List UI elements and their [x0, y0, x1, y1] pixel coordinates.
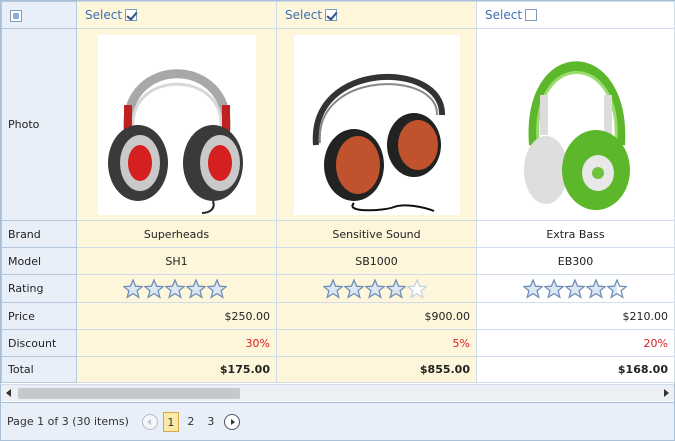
total-cell: $855.00: [276, 356, 477, 383]
star-icon[interactable]: [565, 278, 585, 299]
photo-cell: [76, 28, 277, 221]
photo-cell: [276, 28, 477, 221]
discount-cell: 20%: [476, 329, 675, 357]
rating-cell: [76, 274, 277, 303]
model-cell: SH1: [76, 247, 277, 275]
star-icon[interactable]: [344, 278, 364, 299]
model-cell: SB1000: [276, 247, 477, 275]
scroll-right-icon[interactable]: [664, 389, 669, 397]
pager: Page 1 of 3 (30 items) 1 2 3: [1, 402, 674, 440]
discount-cell: 30%: [76, 329, 277, 357]
row-header-model: Model: [1, 247, 77, 275]
price-cell: $900.00: [276, 302, 477, 330]
row-header-discount: Discount: [1, 329, 77, 357]
headphones-photo: [515, 34, 636, 215]
brand-cell: Superheads: [76, 220, 277, 248]
star-icon[interactable]: [586, 278, 606, 299]
page-number-current[interactable]: 1: [162, 411, 179, 432]
pager-summary: Page 1 of 3 (30 items): [7, 415, 129, 428]
scrollbar-thumb[interactable]: [18, 388, 240, 399]
scroll-left-icon[interactable]: [6, 389, 11, 397]
star-icon[interactable]: [186, 278, 206, 299]
headphones-photo: [97, 34, 256, 215]
row-header-price: Price: [1, 302, 77, 330]
brand-cell: Extra Bass: [476, 220, 675, 248]
row-header-brand: Brand: [1, 220, 77, 248]
star-icon[interactable]: [523, 278, 543, 299]
select-checkbox[interactable]: [525, 9, 538, 21]
row-header-total: Total: [1, 356, 77, 383]
select-link[interactable]: Select: [485, 8, 522, 22]
row-header-photo: Photo: [1, 28, 77, 221]
horizontal-scrollbar[interactable]: [1, 384, 674, 401]
rating-stars[interactable]: [78, 278, 276, 299]
select-link[interactable]: Select: [285, 8, 322, 22]
column-header-3: Select: [476, 1, 675, 29]
star-icon[interactable]: [407, 278, 427, 299]
row-header-rating: Rating: [1, 274, 77, 303]
product-comparison-table: Select Select Select Photo Brand Superhe…: [1, 1, 675, 383]
price-cell: $210.00: [476, 302, 675, 330]
select-all-checkbox[interactable]: [10, 9, 22, 22]
star-icon[interactable]: [207, 278, 227, 299]
next-page-icon[interactable]: [223, 413, 240, 430]
star-icon[interactable]: [607, 278, 627, 299]
price-cell: $250.00: [76, 302, 277, 330]
select-checkbox[interactable]: [125, 9, 138, 21]
headphones-photo: [293, 34, 460, 215]
star-icon[interactable]: [365, 278, 385, 299]
star-icon[interactable]: [165, 278, 185, 299]
total-cell: $175.00: [76, 356, 277, 383]
select-all-cell: [1, 1, 77, 29]
star-icon[interactable]: [144, 278, 164, 299]
page-number[interactable]: 2: [183, 412, 199, 432]
select-checkbox[interactable]: [325, 9, 338, 21]
column-header-2: Select: [276, 1, 477, 29]
star-icon[interactable]: [544, 278, 564, 299]
card-view-grid: Select Select Select Photo Brand Superhe…: [0, 0, 675, 441]
brand-cell: Sensitive Sound: [276, 220, 477, 248]
model-cell: EB300: [476, 247, 675, 275]
star-icon[interactable]: [323, 278, 343, 299]
select-link[interactable]: Select: [85, 8, 122, 22]
photo-cell: [476, 28, 675, 221]
rating-stars[interactable]: [478, 278, 674, 299]
column-header-1: Select: [76, 1, 277, 29]
rating-cell: [276, 274, 477, 303]
rating-cell: [476, 274, 675, 303]
total-cell: $168.00: [476, 356, 675, 383]
discount-cell: 5%: [276, 329, 477, 357]
prev-page-icon[interactable]: [141, 413, 158, 430]
star-icon[interactable]: [386, 278, 406, 299]
rating-stars[interactable]: [278, 278, 476, 299]
star-icon[interactable]: [123, 278, 143, 299]
page-number[interactable]: 3: [203, 412, 219, 432]
